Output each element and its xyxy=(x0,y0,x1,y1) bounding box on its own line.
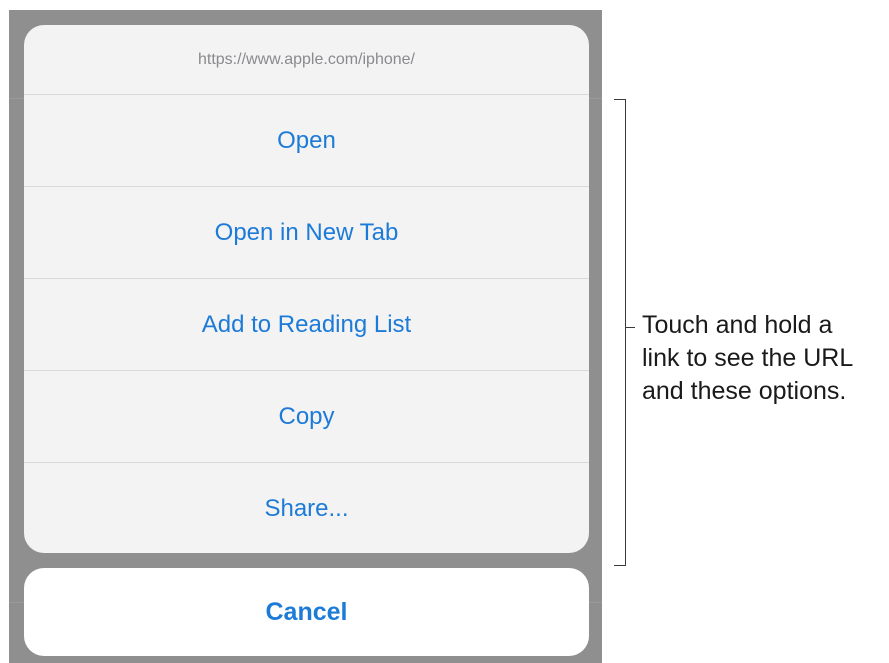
link-action-sheet: https://www.apple.com/iphone/ Open Open … xyxy=(24,25,589,553)
copy-button[interactable]: Copy xyxy=(24,371,589,463)
callout-annotation: Touch and hold a link to see the URL and… xyxy=(642,309,887,408)
link-url-header: https://www.apple.com/iphone/ xyxy=(24,25,589,95)
open-in-new-tab-button[interactable]: Open in New Tab xyxy=(24,187,589,279)
open-button[interactable]: Open xyxy=(24,95,589,187)
callout-bracket xyxy=(614,99,626,566)
callout-line: Touch and hold a xyxy=(642,311,833,339)
callout-bracket-tick xyxy=(626,327,635,328)
add-to-reading-list-button[interactable]: Add to Reading List xyxy=(24,279,589,371)
callout-line: link to see the URL xyxy=(642,344,854,372)
screenshot-stage: https://www.apple.com/iphone/ Open Open … xyxy=(0,0,889,663)
callout-line: and these options. xyxy=(642,377,847,405)
share-button[interactable]: Share... xyxy=(24,463,589,553)
cancel-button[interactable]: Cancel xyxy=(24,568,589,656)
